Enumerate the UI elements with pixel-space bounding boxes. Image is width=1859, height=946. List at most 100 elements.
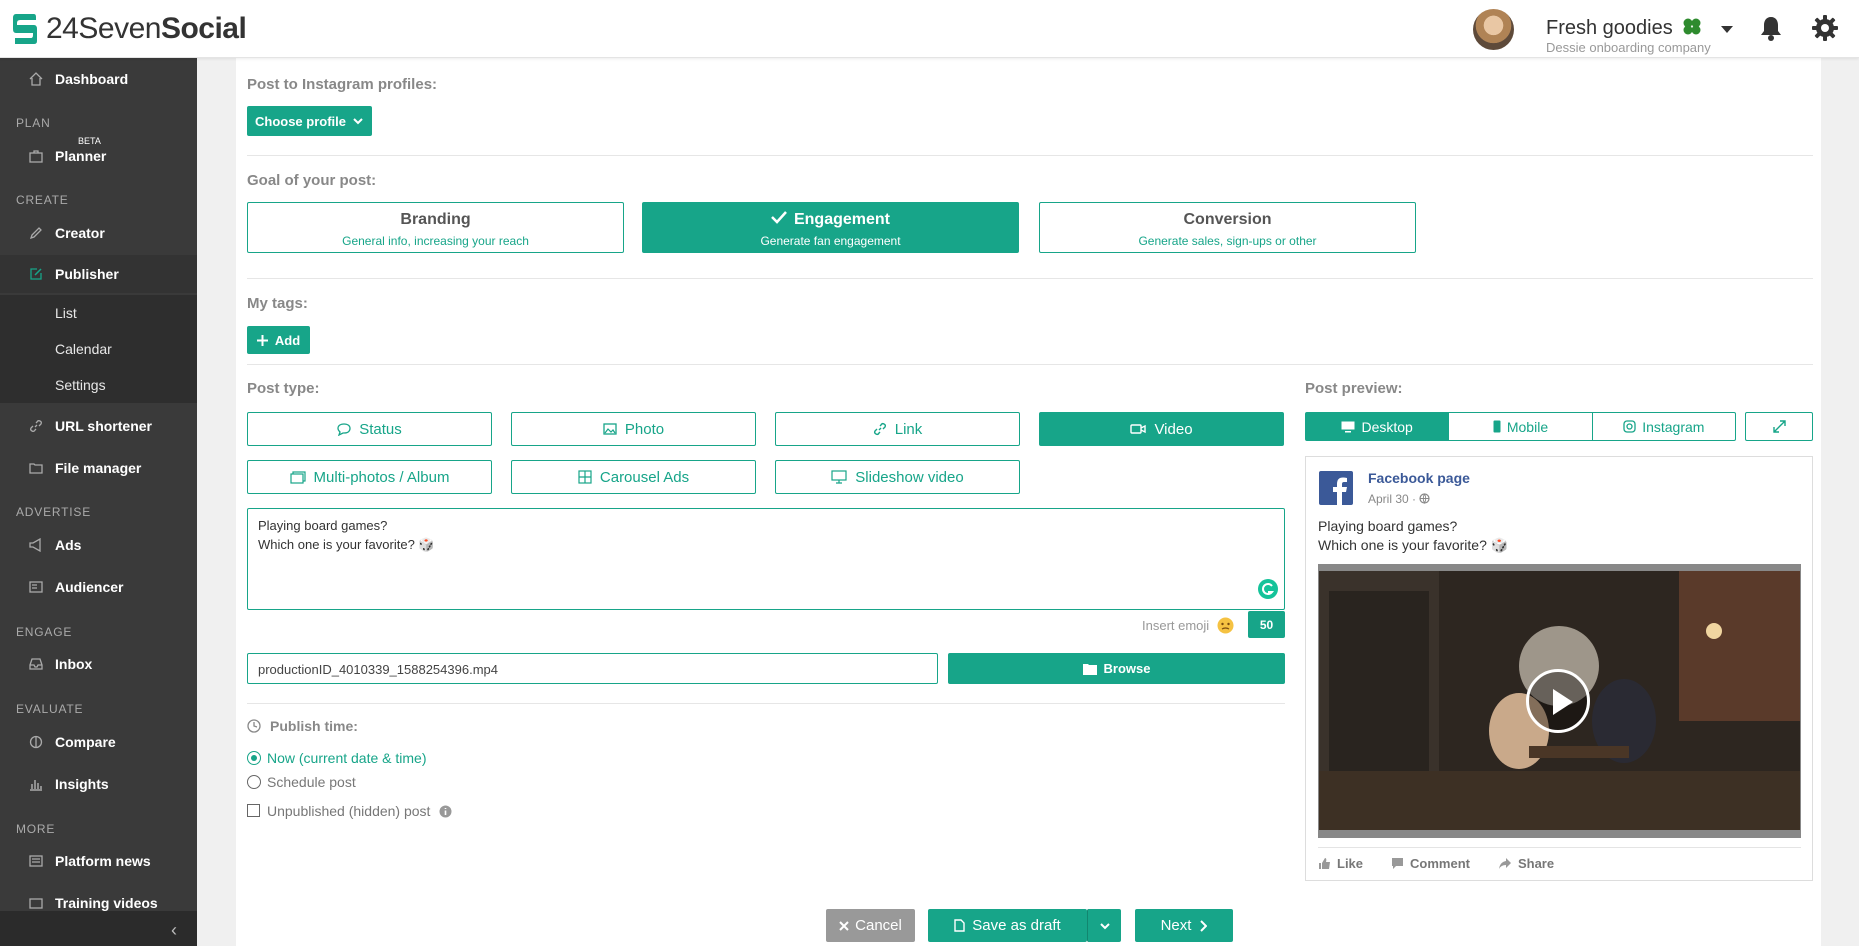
sidebar-subitem-list[interactable]: List: [0, 295, 197, 331]
sidebar-item-label: Training videos: [55, 895, 158, 911]
post-type-video[interactable]: Video: [1039, 412, 1284, 446]
insert-emoji-button[interactable]: Insert emoji: [1142, 617, 1234, 634]
document-icon: [954, 919, 965, 932]
close-icon: [839, 920, 849, 931]
play-icon[interactable]: [1526, 669, 1590, 733]
sidebar-item-label: Publisher: [55, 266, 119, 282]
share-button[interactable]: Share: [1498, 856, 1554, 871]
post-type-link[interactable]: Link: [775, 412, 1020, 446]
sidebar-item-creator[interactable]: Creator: [0, 214, 197, 252]
globe-icon: [1419, 493, 1430, 504]
chevron-right-icon: [1200, 919, 1208, 932]
tab-instagram[interactable]: Instagram: [1593, 413, 1735, 440]
speech-bubble-icon: [337, 423, 351, 436]
sidebar-item-dashboard[interactable]: Dashboard: [0, 60, 197, 98]
add-tag-button[interactable]: Add: [247, 326, 310, 354]
divider: [247, 703, 1285, 704]
sidebar-item-label: URL shortener: [55, 418, 152, 434]
browse-button[interactable]: Browse: [948, 653, 1285, 684]
option-now-label[interactable]: Now (current date & time): [267, 750, 427, 766]
image-icon: [603, 423, 617, 435]
sidebar-subitem-calendar[interactable]: Calendar: [0, 331, 197, 367]
sidebar-item-compare[interactable]: Compare: [0, 723, 197, 761]
video-file-input[interactable]: productionID_4010339_1588254396.mp4: [247, 653, 938, 684]
comment-button[interactable]: Comment: [1391, 856, 1470, 871]
grammarly-icon[interactable]: [1257, 578, 1279, 600]
comment-icon: [1392, 858, 1404, 869]
sidebar-item-label: Dashboard: [55, 71, 129, 87]
tab-desktop[interactable]: Desktop: [1306, 413, 1450, 440]
video-preview[interactable]: [1318, 564, 1801, 838]
goal-engagement[interactable]: Engagement Generate fan engagement: [642, 202, 1019, 253]
sidebar-item-label: List: [55, 305, 77, 321]
preview-tabs: Desktop Mobile Instagram: [1305, 412, 1736, 441]
top-bar: 24SevenSocial Fresh goodies Dessie onboa…: [0, 0, 1859, 58]
sidebar-item-label: Settings: [55, 377, 106, 393]
option-unpublished-label[interactable]: Unpublished (hidden) post: [267, 803, 430, 819]
sidebar-item-insights[interactable]: Insights: [0, 765, 197, 803]
goal-branding[interactable]: Branding General info, increasing your r…: [247, 202, 624, 253]
goal-title: Engagement: [793, 211, 890, 228]
post-text: Playing board games? Which one is your f…: [1318, 518, 1509, 553]
gear-icon[interactable]: [1812, 15, 1838, 41]
sidebar: Dashboard PLAN Planner BETA CREATE Creat…: [0, 58, 197, 946]
megaphone-icon: [29, 538, 41, 552]
radio-schedule[interactable]: [247, 775, 261, 789]
info-icon[interactable]: [439, 805, 452, 818]
sidebar-item-url-shortener[interactable]: URL shortener: [0, 407, 197, 445]
like-button[interactable]: Like: [1318, 856, 1363, 871]
folder-icon: [1082, 663, 1097, 675]
post-type-multi-photos[interactable]: Multi-photos / Album: [247, 460, 492, 494]
briefcase-icon: [29, 150, 43, 163]
sidebar-section-advertise: ADVERTISE: [16, 505, 91, 519]
clock-icon: [247, 719, 261, 733]
unpublished-checkbox[interactable]: [247, 804, 260, 817]
sidebar-item-label: Planner: [55, 148, 107, 164]
sidebar-item-audiencer[interactable]: Audiencer: [0, 568, 197, 606]
sidebar-item-publisher[interactable]: Publisher: [0, 255, 197, 293]
sidebar-subitem-settings[interactable]: Settings: [0, 367, 197, 403]
plus-icon: [256, 334, 268, 346]
post-type-photo[interactable]: Photo: [511, 412, 756, 446]
option-schedule-label[interactable]: Schedule post: [267, 774, 356, 790]
save-draft-dropdown[interactable]: [1087, 909, 1121, 942]
sidebar-item-label: Creator: [55, 225, 105, 241]
cancel-button[interactable]: Cancel: [826, 909, 915, 942]
sidebar-item-label: Platform news: [55, 853, 151, 869]
sidebar-item-platform-news[interactable]: Platform news: [0, 842, 197, 880]
sidebar-collapse-button[interactable]: ‹: [0, 911, 197, 946]
post-type-status[interactable]: Status: [247, 412, 492, 446]
post-type-carousel-ads[interactable]: Carousel Ads: [511, 460, 756, 494]
sidebar-section-engage: ENGAGE: [16, 625, 73, 639]
sidebar-section-more: MORE: [16, 822, 56, 836]
id-card-icon: [29, 581, 43, 593]
choose-profile-button[interactable]: Choose profile: [247, 106, 372, 136]
post-message-textarea[interactable]: Playing board games? Which one is your f…: [247, 508, 1285, 610]
brand-logo[interactable]: 24SevenSocial: [12, 11, 247, 47]
character-counter: 50: [1248, 611, 1285, 638]
tags-label: My tags:: [247, 295, 308, 312]
chevron-down-icon[interactable]: [1721, 26, 1733, 33]
tab-mobile[interactable]: Mobile: [1449, 413, 1593, 440]
sidebar-item-label: Insights: [55, 776, 109, 792]
sidebar-item-planner[interactable]: Planner BETA: [0, 136, 197, 175]
account-name[interactable]: Fresh goodies: [1546, 17, 1702, 40]
avatar[interactable]: [1473, 9, 1514, 50]
expand-preview-button[interactable]: [1745, 412, 1813, 441]
sidebar-item-ads[interactable]: Ads: [0, 526, 197, 564]
facebook-page-name[interactable]: Facebook page: [1368, 470, 1470, 486]
sidebar-item-inbox[interactable]: Inbox: [0, 645, 197, 683]
video-icon: [29, 898, 43, 909]
goal-conversion[interactable]: Conversion Generate sales, sign-ups or o…: [1039, 202, 1416, 253]
sidebar-item-file-manager[interactable]: File manager: [0, 449, 197, 487]
share-icon: [1498, 858, 1511, 869]
post-type-slideshow-video[interactable]: Slideshow video: [775, 460, 1020, 494]
radio-now[interactable]: [247, 751, 261, 765]
mobile-icon: [1493, 420, 1501, 433]
save-draft-button[interactable]: Save as draft: [928, 909, 1087, 942]
bell-icon[interactable]: [1759, 15, 1783, 41]
sidebar-item-label: Ads: [55, 537, 82, 553]
chevron-down-icon: [353, 118, 363, 125]
next-button[interactable]: Next: [1135, 909, 1233, 942]
monitor-icon: [831, 470, 847, 484]
